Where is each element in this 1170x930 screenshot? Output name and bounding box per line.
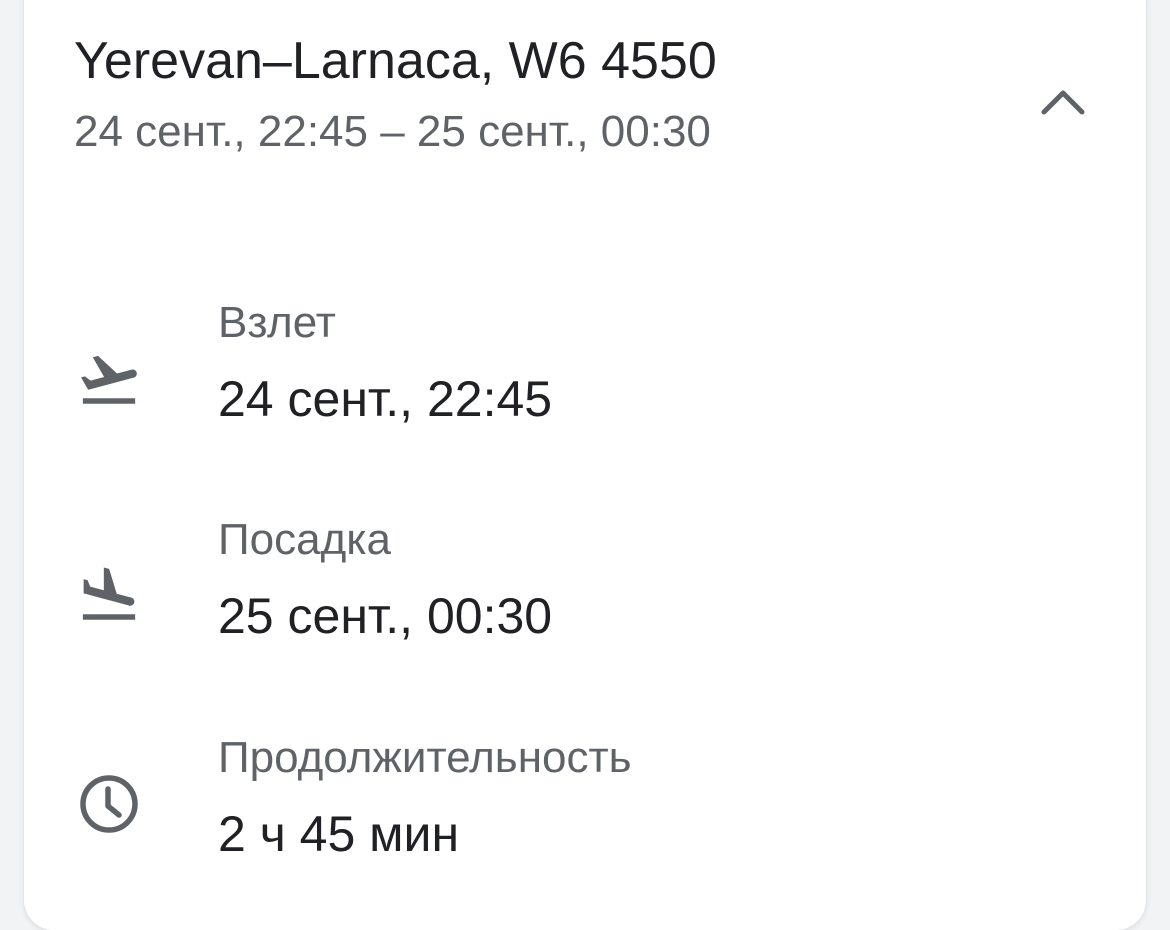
chevron-up-icon: [1041, 90, 1085, 115]
flight-header[interactable]: Yerevan–Larnaca, W6 4550 24 сент., 22:45…: [74, 32, 1034, 159]
collapse-button[interactable]: [1032, 75, 1094, 127]
landing-time: 25 сент., 00:30: [218, 588, 553, 644]
duration-row: Продолжительность 2 ч 45 мин: [24, 732, 1146, 902]
clock-icon: [74, 769, 144, 839]
landing-row: Посадка 25 сент., 00:30: [24, 514, 1146, 684]
flight-card: Yerevan–Larnaca, W6 4550 24 сент., 22:45…: [24, 0, 1146, 930]
flight-title: Yerevan–Larnaca, W6 4550: [74, 32, 717, 90]
landing-label: Посадка: [218, 515, 391, 564]
takeoff-row: Взлет 24 сент., 22:45: [24, 297, 1146, 467]
duration-label: Продолжительность: [218, 733, 632, 782]
flight-takeoff-icon: [74, 344, 144, 414]
duration-value: 2 ч 45 мин: [218, 806, 460, 862]
takeoff-label: Взлет: [218, 298, 336, 347]
flight-land-icon: [74, 560, 144, 630]
takeoff-time: 24 сент., 22:45: [218, 371, 553, 427]
flight-time-range: 24 сент., 22:45 – 25 сент., 00:30: [74, 106, 711, 156]
